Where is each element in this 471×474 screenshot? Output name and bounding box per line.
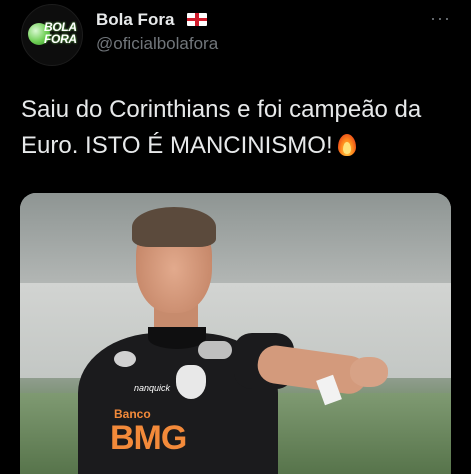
shirt-patch-icon [114,351,136,367]
avatar[interactable]: BOLA FORA [21,4,83,66]
sponsor-big-text: BMG [110,419,187,457]
fire-emoji-icon [337,132,357,156]
avatar-logo-text: BOLA FORA [44,20,77,46]
tweet-text: Saiu do Corinthians e foi campeão da Eur… [21,92,451,164]
player-hair [132,207,216,247]
player-hand [350,357,388,387]
england-flag-icon [187,13,207,26]
tweet-body: Saiu do Corinthians e foi campeão da Eur… [21,96,422,159]
shirt-brand-text: nanquick [134,383,171,393]
more-options-icon[interactable]: ··· [430,8,451,29]
club-crest-icon [176,365,206,399]
user-handle[interactable]: @oficialbolafora [96,34,218,54]
shirt-ring-badge-icon [198,341,232,359]
shirt-collar [148,327,206,349]
tweet-media-image[interactable]: nanquick Banco BMG [20,193,451,474]
display-name[interactable]: Bola Fora [96,10,174,30]
background-stands [20,193,451,283]
